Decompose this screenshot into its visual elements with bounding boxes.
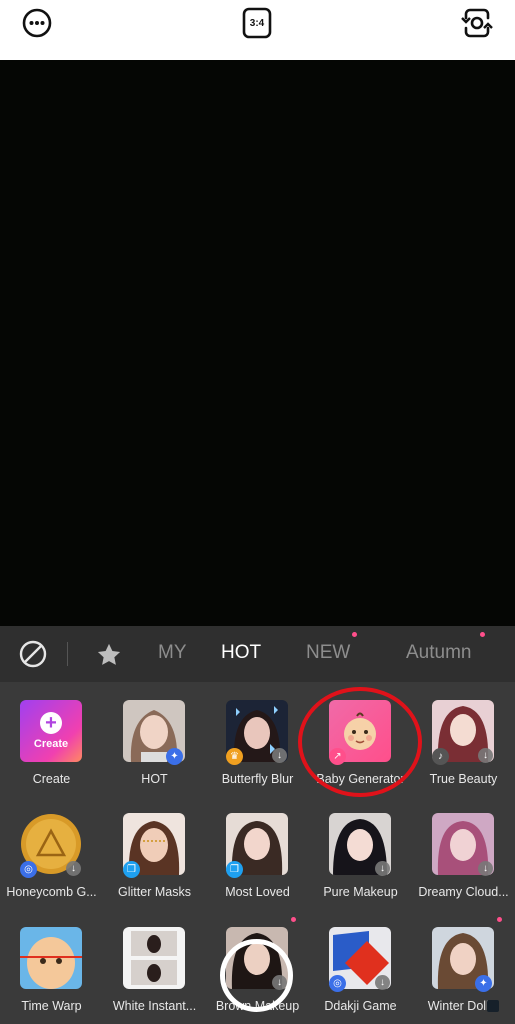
filter-label: True Beauty — [429, 772, 498, 786]
new-dot-badge — [497, 917, 502, 922]
download-icon: ↓ — [478, 748, 493, 763]
tab-divider — [67, 642, 68, 666]
game-badge-icon: ◎ — [20, 861, 37, 878]
filter-label: Ddakji Game — [324, 999, 397, 1013]
tab-my[interactable]: MY — [158, 642, 187, 664]
copy-badge-icon: ❐ — [123, 861, 140, 878]
filter-label: Time Warp — [21, 999, 82, 1013]
download-icon: ↓ — [66, 861, 81, 876]
filter-label: Pure Makeup — [323, 885, 398, 899]
more-icon[interactable] — [20, 6, 54, 40]
share-badge-icon: ↗ — [329, 748, 346, 765]
music-badge-icon: ♪ — [432, 748, 449, 765]
plus-icon: + — [40, 712, 62, 734]
tab-hot[interactable]: HOT — [221, 642, 261, 664]
create-thumbnail-text: Create — [33, 738, 69, 750]
new-dot-badge — [352, 632, 357, 637]
download-icon: ↓ — [375, 861, 390, 876]
filter-label: Dreamy Cloud... — [418, 885, 509, 899]
top-toolbar: 3:4 — [0, 0, 515, 60]
tab-autumn[interactable]: Autumn — [406, 642, 471, 664]
game-badge-icon: ◎ — [329, 975, 346, 992]
filter-label: Baby Generator — [316, 772, 405, 786]
filter-label: Create — [32, 772, 71, 786]
filter-grid: + Create Create ✦ HOT ♛ ↓ Butterfly Blur… — [0, 682, 515, 1024]
time-warp-thumbnail — [20, 927, 82, 989]
aspect-ratio-label: 3:4 — [249, 17, 265, 29]
crown-badge-icon: ♛ — [226, 748, 243, 765]
download-icon: ↓ — [478, 861, 493, 876]
filter-category-tabs: MY HOT NEW Autumn — [0, 626, 515, 682]
sparkle-badge-icon: ✦ — [475, 975, 492, 992]
no-filter-icon[interactable] — [18, 639, 48, 674]
filter-label: Honeycomb G... — [6, 885, 97, 899]
filter-label: Glitter Masks — [118, 885, 191, 899]
shutter-button[interactable] — [220, 939, 293, 1012]
favorites-star-icon[interactable] — [95, 641, 123, 674]
create-thumbnail: + Create — [20, 700, 82, 762]
download-icon: ↓ — [272, 748, 287, 763]
copy-badge-icon: ❐ — [226, 861, 243, 878]
filter-label: Most Loved — [225, 885, 290, 899]
white-instant-thumbnail — [123, 927, 185, 989]
autumn-dot-badge — [480, 632, 485, 637]
sparkle-badge-icon: ✦ — [166, 748, 183, 765]
download-icon: ↓ — [375, 975, 390, 990]
filter-label: Winter Doll... — [427, 999, 500, 1013]
switch-camera-icon[interactable] — [460, 6, 494, 40]
aspect-ratio-button[interactable]: 3:4 — [240, 6, 274, 40]
new-dot-badge — [291, 917, 296, 922]
tab-new[interactable]: NEW — [306, 642, 350, 664]
filter-label: White Instant... — [112, 999, 197, 1013]
camera-viewfinder[interactable] — [0, 60, 515, 626]
filter-label: Butterfly Blur — [221, 772, 294, 786]
filter-label: HOT — [141, 772, 168, 786]
corner-app-icon — [487, 1000, 499, 1012]
